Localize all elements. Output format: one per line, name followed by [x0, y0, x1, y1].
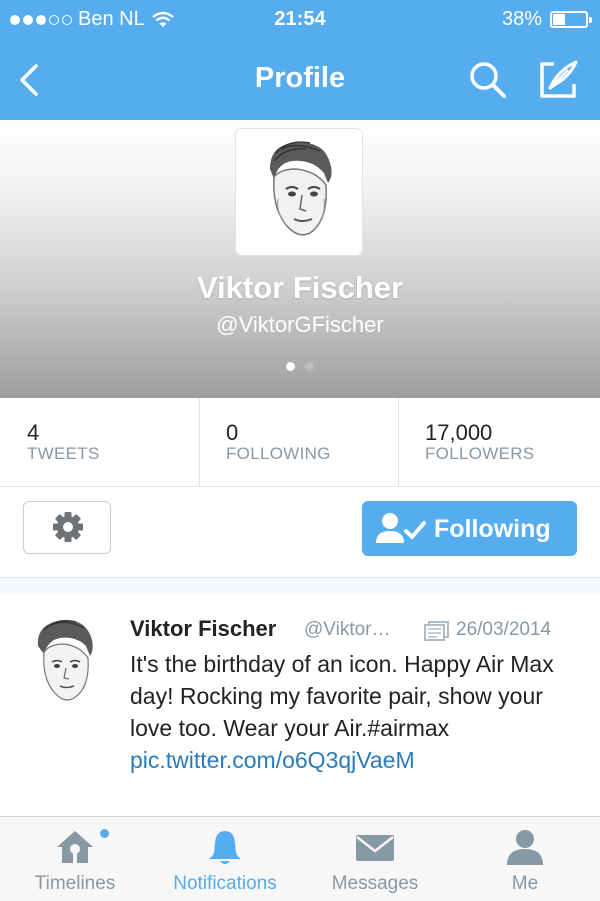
header-page-indicator[interactable] [0, 362, 600, 371]
profile-name: Viktor Fischer [196, 270, 404, 305]
profile-handle: @ViktorGFischer [216, 312, 384, 337]
bell-icon [209, 831, 241, 864]
stat-tweets-label: TWEETS [27, 444, 100, 463]
tab-me[interactable]: Me [450, 817, 600, 901]
page-title: Profile [254, 62, 346, 94]
battery-percentage: 38% [501, 8, 542, 30]
navigation-bar: Profile [0, 40, 600, 120]
avatar-portrait-image [270, 141, 332, 236]
section-divider [0, 577, 600, 595]
tab-bar: Timelines Notifications Messages Me [0, 816, 600, 901]
media-icon [424, 621, 449, 641]
battery-icon [550, 11, 592, 28]
stat-tweets-count: 4 [27, 420, 40, 445]
tab-label: Messages [331, 873, 419, 894]
search-button[interactable] [466, 58, 510, 102]
tweet-author-handle: @Viktor… [304, 619, 391, 640]
gear-icon [53, 512, 83, 542]
tweet-avatar-image [37, 619, 93, 701]
home-icon [57, 831, 93, 863]
tweet-link[interactable]: pic.twitter.com/o6Q3qjVaeM [130, 747, 415, 773]
tab-notifications[interactable]: Notifications [150, 817, 300, 901]
tweet-body: It's the birthday of an icon. Happy Air … [130, 651, 554, 741]
search-icon [470, 62, 506, 98]
compose-icon [540, 60, 578, 98]
profile-stats: 4 TWEETS 0 FOLLOWING 17,000 FOLLOWERS [0, 398, 600, 487]
stat-tweets[interactable]: 4 TWEETS [0, 398, 199, 486]
following-button[interactable]: Following [362, 501, 577, 556]
tab-label: Me [511, 873, 539, 894]
tab-messages[interactable]: Messages [300, 817, 450, 901]
tab-timelines[interactable]: Timelines [0, 817, 150, 901]
tweet-text: It's the birthday of an icon. Happy Air … [130, 648, 580, 776]
envelope-icon [356, 835, 394, 861]
tweet-author-name[interactable]: Viktor Fischer [130, 616, 276, 642]
page-dot-2[interactable] [305, 362, 314, 371]
stat-following-count: 0 [226, 420, 239, 445]
profile-avatar[interactable] [236, 129, 362, 255]
profile-header: Viktor Fischer @ViktorGFischer [0, 120, 600, 398]
status-bar: Ben NL 21:54 38% [0, 0, 600, 40]
page-dot-1[interactable] [286, 362, 295, 371]
unread-indicator-dot [100, 829, 109, 838]
stat-followers-label: FOLLOWERS [425, 444, 535, 463]
battery-info: 38% [501, 8, 592, 31]
user-check-icon [376, 513, 426, 543]
stat-following[interactable]: 0 FOLLOWING [200, 398, 398, 486]
tab-label: Timelines [34, 873, 116, 894]
stat-followers-count: 17,000 [425, 420, 493, 445]
following-button-label: Following [434, 515, 551, 543]
tab-label: Notifications [173, 873, 277, 894]
settings-button[interactable] [23, 501, 111, 554]
stat-following-label: FOLLOWING [226, 444, 331, 463]
tweet[interactable]: Viktor Fischer @Viktor… 26/03/2014 It's … [0, 594, 600, 816]
tweet-avatar[interactable] [22, 612, 108, 712]
tweet-date: 26/03/2014 [456, 619, 552, 640]
person-icon [507, 830, 543, 865]
compose-button[interactable] [534, 56, 582, 104]
stat-followers[interactable]: 17,000 FOLLOWERS [399, 398, 600, 486]
